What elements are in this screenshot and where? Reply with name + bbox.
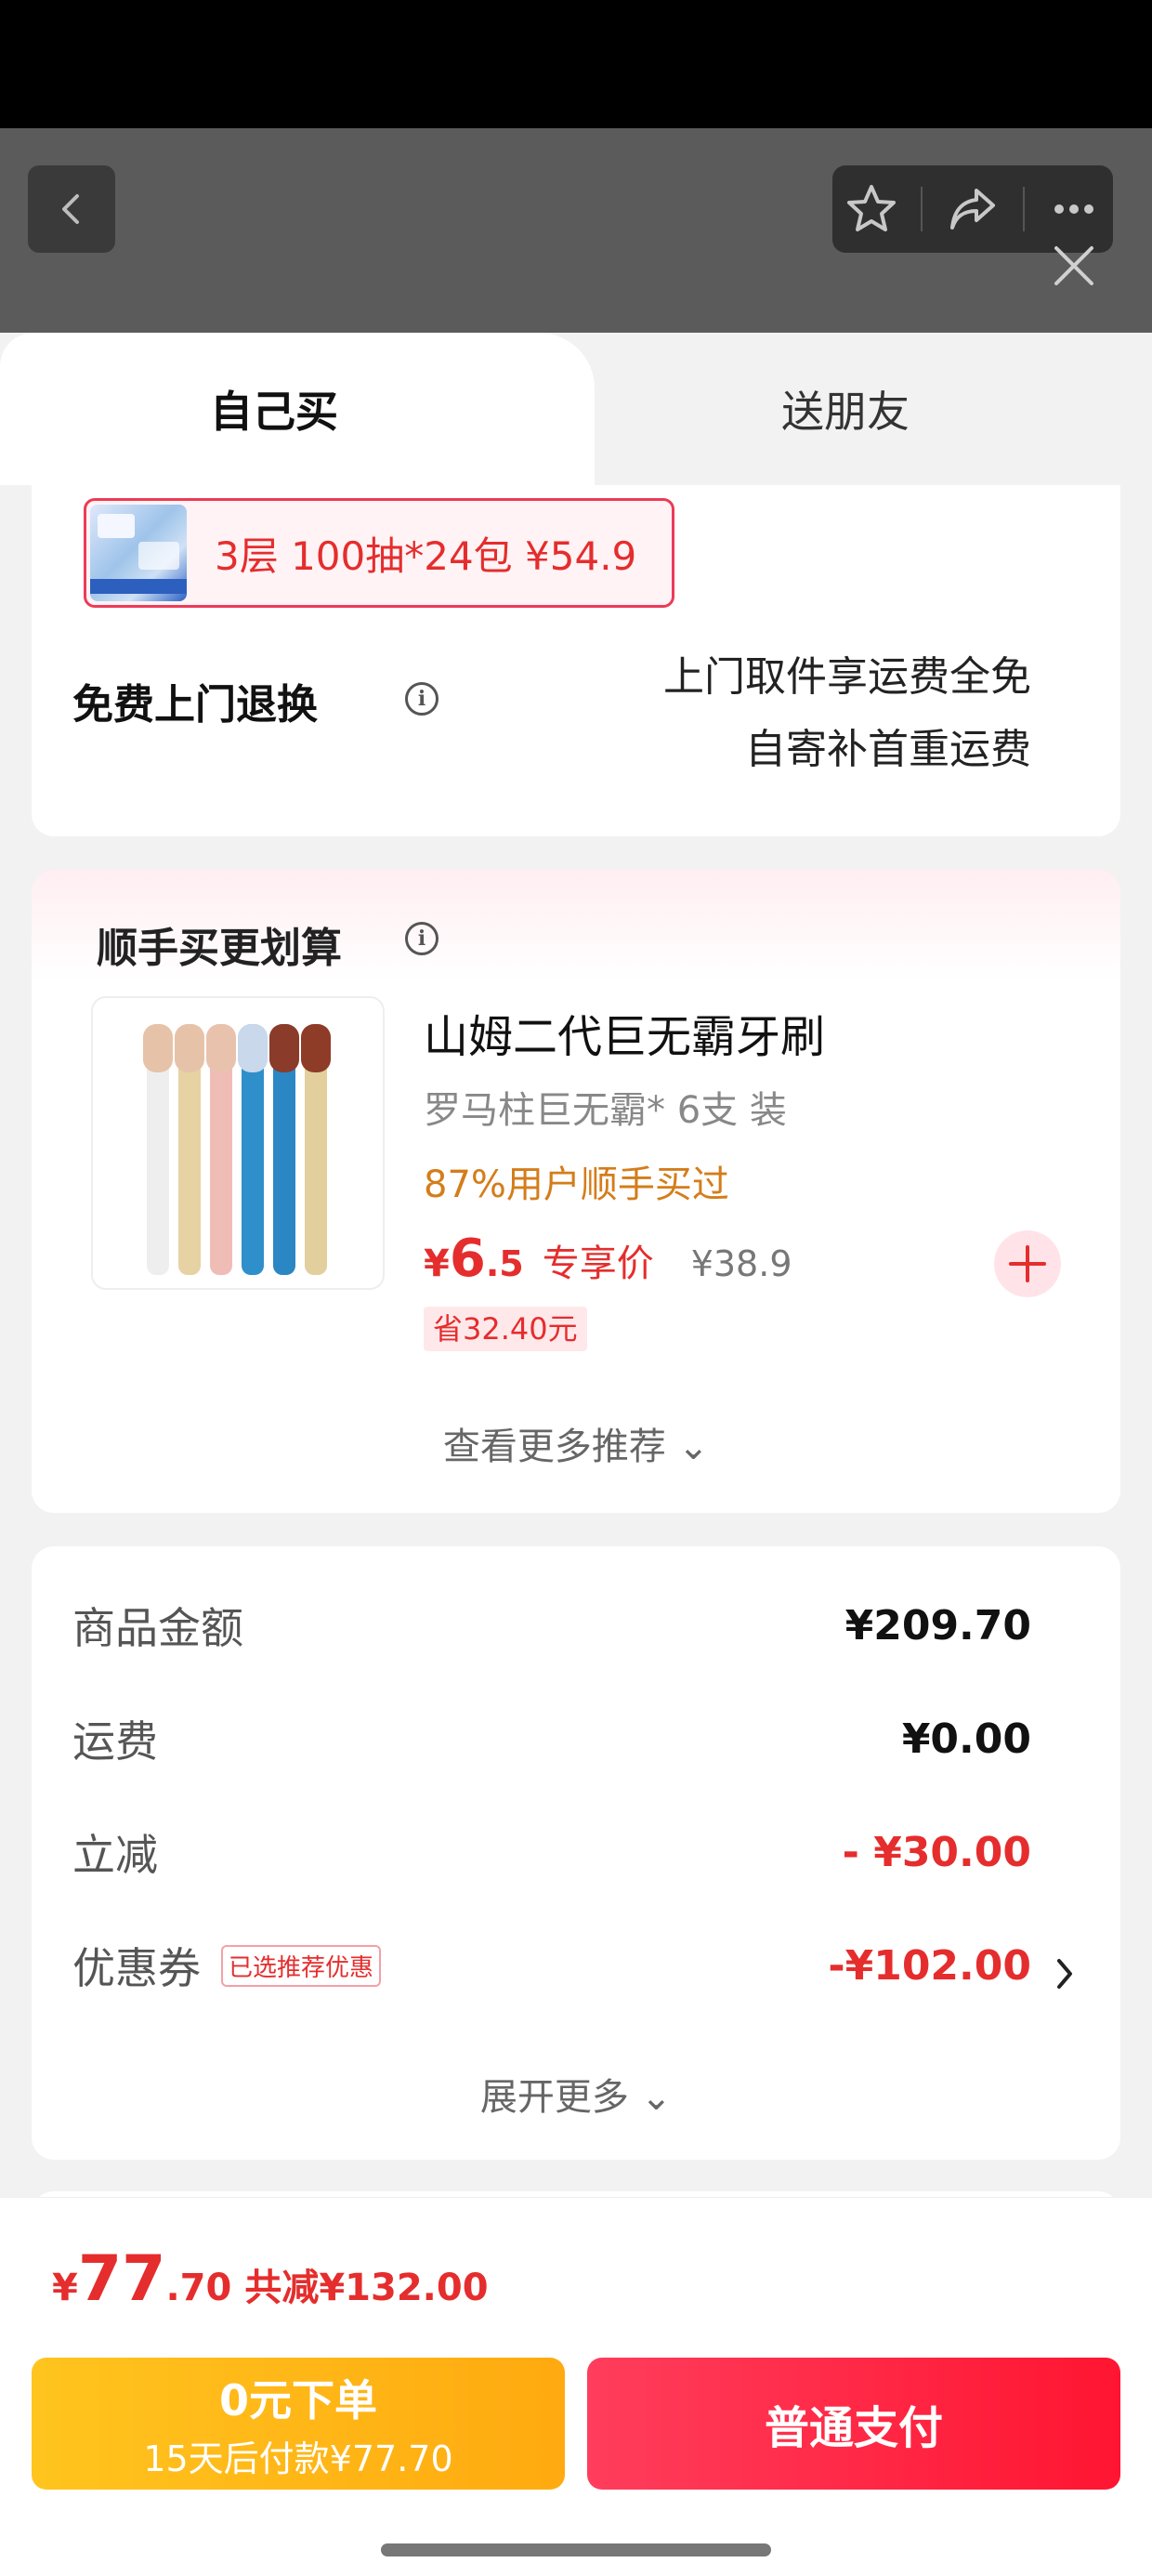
sku-thumbnail bbox=[90, 505, 187, 601]
product-image[interactable] bbox=[91, 996, 385, 1290]
shipping-row: 运费 ¥0.00 bbox=[72, 1708, 1031, 1769]
status-bar bbox=[0, 0, 1152, 128]
shipping-value: ¥0.00 bbox=[901, 1715, 1031, 1763]
order-card: 3层 100抽*24包 ¥54.9 免费上门退换 i 上门取件享运费全免 自寄补… bbox=[32, 485, 1120, 836]
recommend-info-button[interactable]: i bbox=[405, 922, 439, 955]
pay-later-subtitle: 15天后付款¥77.70 bbox=[143, 2438, 453, 2479]
return-title: 免费上门退换 bbox=[72, 681, 318, 729]
coupon-label: 优惠券 bbox=[72, 1943, 201, 1993]
product-price: ¥ 6 .5 专享价 ¥38.9 bbox=[424, 1229, 792, 1289]
total-decimal: .70 bbox=[165, 2267, 232, 2309]
total-price: ¥ 77 .70 共减¥132.00 bbox=[52, 2242, 489, 2316]
chevron-right-icon[interactable] bbox=[1054, 1955, 1076, 1992]
selected-sku[interactable]: 3层 100抽*24包 ¥54.9 bbox=[84, 498, 674, 608]
goods-amount-row: 商品金额 ¥209.70 bbox=[72, 1595, 1031, 1656]
tab-friend-label: 送朋友 bbox=[781, 387, 910, 437]
shipping-label: 运费 bbox=[72, 1716, 158, 1767]
total-savings: 共减¥132.00 bbox=[244, 2267, 489, 2309]
close-button[interactable] bbox=[1046, 238, 1102, 294]
recommend-card: 顺手买更划算 i 山姆二代巨无霸牙刷 罗马柱巨无霸* 6支 装 87%用户顺手买… bbox=[32, 870, 1120, 1513]
discount-label: 立减 bbox=[72, 1830, 158, 1880]
product-page-overlay bbox=[0, 128, 1152, 333]
info-icon: i bbox=[405, 682, 439, 716]
tab-friend[interactable]: 送朋友 bbox=[595, 333, 1152, 485]
goods-amount-value: ¥209.70 bbox=[844, 1601, 1031, 1649]
plus-icon bbox=[1009, 1245, 1046, 1282]
price-summary-card: 商品金额 ¥209.70 运费 ¥0.00 立减 - ¥30.00 优惠券 已选… bbox=[32, 1546, 1120, 2160]
return-info-button[interactable]: i bbox=[405, 682, 439, 716]
price-integer: 6 bbox=[449, 1229, 486, 1289]
goods-amount-label: 商品金额 bbox=[72, 1603, 243, 1653]
pay-later-title: 0元下单 bbox=[218, 2374, 377, 2425]
product-name[interactable]: 山姆二代巨无霸牙刷 bbox=[424, 1000, 825, 1065]
save-badge: 省32.40元 bbox=[424, 1307, 587, 1351]
total-currency: ¥ bbox=[52, 2267, 78, 2309]
return-description: 上门取件享运费全免 自寄补首重运费 bbox=[663, 641, 1031, 786]
coupon-label-group: 优惠券 已选推荐优惠 bbox=[72, 1935, 382, 1996]
coupon-badge: 已选推荐优惠 bbox=[221, 1944, 382, 1987]
coupon-value: -¥102.00 bbox=[828, 1941, 1031, 1990]
divider bbox=[1022, 187, 1025, 231]
return-line-2: 自寄补首重运费 bbox=[745, 726, 1031, 773]
product-spec: 罗马柱巨无霸* 6支 装 bbox=[424, 1089, 787, 1132]
home-indicator bbox=[381, 2543, 771, 2556]
coupon-row[interactable]: 优惠券 已选推荐优惠 -¥102.00 bbox=[72, 1935, 1031, 1996]
divider bbox=[921, 187, 923, 231]
return-line-1: 上门取件享运费全免 bbox=[663, 653, 1031, 701]
pay-later-button[interactable]: 0元下单 15天后付款¥77.70 bbox=[32, 2358, 565, 2490]
price-tag: 专享价 bbox=[542, 1242, 654, 1285]
star-icon[interactable] bbox=[844, 181, 899, 237]
share-icon[interactable] bbox=[945, 181, 1001, 237]
discount-value: - ¥30.00 bbox=[842, 1828, 1031, 1876]
tab-self[interactable]: 自己买 bbox=[0, 333, 595, 485]
discount-row: 立减 - ¥30.00 bbox=[72, 1821, 1031, 1883]
close-icon bbox=[1054, 246, 1093, 285]
price-decimal: .5 bbox=[485, 1243, 524, 1284]
expand-more-link[interactable]: 展开更多 ⌄ bbox=[32, 2067, 1120, 2121]
checkout-bar: ¥ 77 .70 共减¥132.00 0元下单 15天后付款¥77.70 普通支… bbox=[0, 2197, 1152, 2576]
total-integer: 77 bbox=[77, 2242, 166, 2316]
info-icon: i bbox=[405, 922, 439, 955]
add-to-order-button[interactable] bbox=[994, 1230, 1061, 1297]
recommend-title: 顺手买更划算 bbox=[97, 925, 342, 972]
chevron-left-icon bbox=[62, 194, 79, 224]
more-icon[interactable] bbox=[1046, 181, 1102, 237]
back-button[interactable] bbox=[28, 165, 115, 253]
price-currency: ¥ bbox=[424, 1242, 450, 1285]
original-price: ¥38.9 bbox=[690, 1243, 792, 1284]
purchase-tabs: 自己买 送朋友 bbox=[0, 333, 1152, 485]
pay-button[interactable]: 普通支付 bbox=[587, 2358, 1120, 2490]
sku-text: 3层 100抽*24包 ¥54.9 bbox=[215, 532, 637, 579]
more-recommend-link[interactable]: 查看更多推荐 ⌄ bbox=[32, 1416, 1120, 1470]
tab-self-label: 自己买 bbox=[210, 387, 338, 437]
product-rate: 87%用户顺手买过 bbox=[424, 1163, 729, 1206]
